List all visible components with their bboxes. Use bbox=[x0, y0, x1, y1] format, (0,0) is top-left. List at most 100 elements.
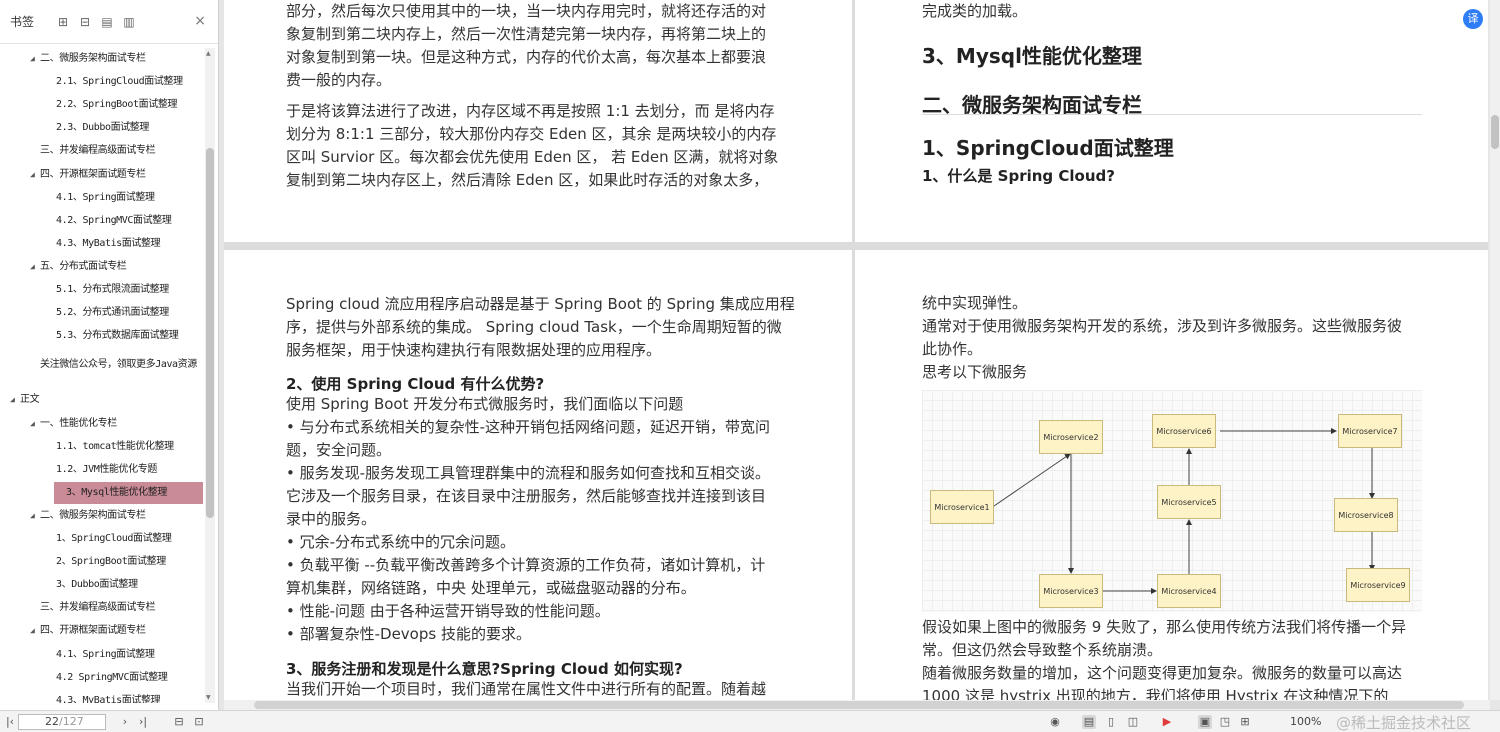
text-line: 划分为 8:1:1 三部分，较大那份内存交 Eden 区，其余 是两块较小的内存 bbox=[286, 125, 777, 143]
bookmark-item[interactable]: 关注微信公众号，领取更多Java资源 bbox=[0, 354, 197, 376]
expand-all-icon[interactable]: ⊞ bbox=[56, 15, 70, 29]
first-page-icon[interactable]: |‹ bbox=[3, 715, 17, 729]
microservice-node: Microservice8 bbox=[1334, 498, 1398, 532]
text-line: 象复制到第二块内存上，然后一次性清楚完第一块内存，再将第二块上的 bbox=[286, 25, 767, 43]
bookmark-item[interactable]: 1.1、tomcat性能优化整理 bbox=[0, 436, 174, 458]
bookmark-item[interactable]: 4.2 SpringMVC面试整理 bbox=[0, 667, 168, 689]
rotate-icon[interactable]: ⊞ bbox=[1238, 715, 1252, 729]
bookmark-item[interactable]: 4.1、Spring面试整理 bbox=[0, 187, 155, 209]
bookmark-item[interactable]: 三、并发编程高级面试专栏 bbox=[0, 140, 156, 162]
page-number-input[interactable]: 22/127 bbox=[18, 714, 106, 730]
sidebar-scroll-thumb[interactable] bbox=[206, 148, 214, 518]
bookmark-label: 1、SpringCloud面试整理 bbox=[56, 533, 172, 544]
add-bookmark-icon[interactable]: ▤ bbox=[100, 15, 114, 29]
text-line: 服务框架，用于快速构建执行有限数据处理的应用程序。 bbox=[286, 341, 662, 359]
horizontal-scroll-thumb[interactable] bbox=[254, 701, 1464, 709]
text-line: 假设如果上图中的微服务 9 失败了，那么使用传统方法我们将传播一个异 bbox=[922, 618, 1407, 636]
expand-toggle-icon[interactable]: ◢ bbox=[30, 256, 40, 278]
bookmark-item[interactable]: 2.2、SpringBoot面试整理 bbox=[0, 94, 177, 116]
page-paragraph: 部分，然后每次只使用其中的一块，当一块内存用完时，就将还存活的对 象复制到第二块… bbox=[286, 0, 766, 92]
bookmark-label: 一、性能优化专栏 bbox=[40, 417, 117, 429]
bookmark-label: 五、分布式面试专栏 bbox=[40, 260, 127, 272]
bookmark-label: 正文 bbox=[20, 394, 40, 406]
collapse-all-icon[interactable]: ⊟ bbox=[78, 15, 92, 29]
expand-toggle-icon[interactable]: ◢ bbox=[30, 413, 40, 435]
bookmark-item[interactable]: ◢ 二、微服务架构面试专栏 bbox=[0, 505, 146, 527]
document-scroll-thumb[interactable] bbox=[1491, 115, 1499, 149]
heading-springcloud: 1、SpringCloud面试整理 bbox=[922, 136, 1174, 160]
next-page-icon[interactable]: › bbox=[118, 715, 132, 729]
bookmark-item[interactable]: 1.2、JVM性能优化专题 bbox=[0, 459, 157, 481]
expand-toggle-icon[interactable]: ◢ bbox=[30, 164, 40, 186]
text-line: 于是将该算法进行了改进，内存区域不再是按照 1:1 去划分，而 是将内存 bbox=[286, 102, 775, 120]
bookmark-label: 2.3、Dubbo面试整理 bbox=[56, 122, 149, 134]
page-bottom-left: Spring cloud 流应用程序启动器是基于 Spring Boot 的 S… bbox=[224, 250, 852, 700]
bookmark-item[interactable]: ◢ 四、开源框架面试题专栏 bbox=[0, 620, 146, 642]
expand-toggle-icon[interactable]: ◢ bbox=[30, 505, 40, 527]
pdf-reader-window: 书签 ⊞ ⊟ ▤ ▥ × ◢ 二、微服务架构面试专栏 2.1、SpringCloud… bbox=[0, 0, 1500, 732]
microservice-diagram: Microservice1 Microservice2 Microservice… bbox=[922, 390, 1422, 612]
bookmark-item[interactable]: ◢ 正文 bbox=[0, 389, 40, 411]
bookmark-item[interactable]: 2.1、SpringCloud面试整理 bbox=[0, 71, 183, 93]
back-icon[interactable]: ⊟ bbox=[172, 715, 186, 729]
question-heading: 2、使用 Spring Cloud 有什么优势? bbox=[286, 375, 545, 393]
document-horizontal-scrollbar[interactable] bbox=[224, 700, 1490, 710]
bookmark-label: 关注微信公众号，领取更多Java资源 bbox=[40, 359, 197, 371]
zoom-level[interactable]: 100% bbox=[1290, 714, 1321, 730]
bookmark-label: 2.2、SpringBoot面试整理 bbox=[56, 99, 178, 111]
fit-width-icon[interactable]: ◳ bbox=[1218, 715, 1232, 729]
bookmark-item[interactable]: 三、并发编程高级面试专栏 bbox=[0, 597, 156, 619]
bookmark-item[interactable]: 4.3、MyBatis面试整理 bbox=[0, 233, 161, 255]
bookmark-label: 2.1、SpringCloud面试整理 bbox=[56, 76, 183, 88]
expand-toggle-icon[interactable]: ◢ bbox=[10, 389, 20, 411]
bookmark-label: 三、并发编程高级面试专栏 bbox=[40, 145, 156, 157]
continuous-page-icon[interactable]: ▤ bbox=[1082, 715, 1096, 729]
bookmark-options-icon[interactable]: ▥ bbox=[122, 15, 136, 29]
bookmark-item[interactable]: 4.3、MyBatis面试整理 bbox=[0, 690, 161, 703]
bookmark-item[interactable]: ◢ 四、开源框架面试题专栏 bbox=[0, 164, 146, 186]
scroll-down-icon[interactable]: ▼ bbox=[206, 694, 211, 701]
text-line: 随着微服务数量的增加，这个问题变得更加复杂。微服务的数量可以高达 bbox=[922, 664, 1403, 682]
bookmark-item[interactable]: 4.1、Spring面试整理 bbox=[0, 644, 155, 666]
current-page: 22 bbox=[45, 715, 59, 728]
bookmark-item[interactable]: ◢ 一、性能优化专栏 bbox=[0, 413, 117, 435]
text-line: 它涉及一个服务目录，在该目录中注册服务，然后能够查找并连接到该目 bbox=[286, 487, 767, 505]
bookmark-item[interactable]: ◢ 二、微服务架构面试专栏 bbox=[0, 48, 146, 70]
last-page-icon[interactable]: ›| bbox=[136, 715, 150, 729]
bookmark-item[interactable]: 5.3、分布式数据库面试整理 bbox=[0, 325, 179, 347]
bookmark-item[interactable]: ◢ 五、分布式面试专栏 bbox=[0, 256, 127, 278]
expand-toggle-icon[interactable]: ◢ bbox=[30, 48, 40, 70]
single-page-icon[interactable]: ▯ bbox=[1104, 715, 1118, 729]
double-page-icon[interactable]: ◫ bbox=[1126, 715, 1140, 729]
text-line: 统中实现弹性。 bbox=[922, 294, 1028, 312]
expand-toggle-icon[interactable]: ◢ bbox=[30, 620, 40, 642]
bookmark-item[interactable]: 2、SpringBoot面试整理 bbox=[0, 551, 166, 573]
document-viewport: 部分，然后每次只使用其中的一块，当一块内存用完时，就将还存活的对 象复制到第二块… bbox=[224, 0, 1488, 700]
bookmark-label: 1.1、tomcat性能优化整理 bbox=[56, 440, 174, 452]
close-icon[interactable]: × bbox=[194, 13, 206, 29]
bookmark-label: 4.1、Spring面试整理 bbox=[56, 648, 155, 660]
bookmark-item[interactable]: 1、SpringCloud面试整理 bbox=[0, 528, 172, 550]
fit-page-icon[interactable]: ▣ bbox=[1198, 715, 1212, 729]
translate-icon[interactable]: 译 bbox=[1463, 9, 1483, 29]
read-mode-icon[interactable]: ◉ bbox=[1048, 715, 1062, 729]
bookmark-label: 4.1、Spring面试整理 bbox=[56, 191, 155, 203]
text-line: • 负载平衡 --负载平衡改善跨多个计算资源的工作负荷，诸如计算机，计 bbox=[286, 556, 766, 574]
bookmark-item[interactable]: 5.1、分布式限流面试整理 bbox=[0, 279, 169, 301]
bookmark-title: 书签 bbox=[10, 15, 35, 29]
document-vertical-scrollbar[interactable] bbox=[1490, 0, 1500, 700]
bookmark-item[interactable]: 3、Dubbo面试整理 bbox=[0, 574, 138, 596]
text-line: • 与分布式系统相关的复杂性-这种开销包括网络问题，延迟开销，带宽问 bbox=[286, 418, 771, 436]
question-heading: 1、什么是 Spring Cloud? bbox=[922, 167, 1115, 185]
text-line: 题，安全问题。 bbox=[286, 441, 392, 459]
sidebar-scrollbar[interactable]: ▲ ▼ bbox=[205, 48, 215, 703]
play-icon[interactable]: ▶ bbox=[1160, 715, 1174, 729]
bookmark-label: 二、微服务架构面试专栏 bbox=[40, 53, 146, 64]
scroll-up-icon[interactable]: ▲ bbox=[206, 50, 211, 57]
forward-icon[interactable]: ⊡ bbox=[192, 715, 206, 729]
bookmark-label: 5.1、分布式限流面试整理 bbox=[56, 284, 169, 295]
bookmark-item[interactable]: 5.2、分布式通讯面试整理 bbox=[0, 302, 169, 324]
bookmark-item[interactable]: 2.3、Dubbo面试整理 bbox=[0, 117, 149, 139]
bookmark-item[interactable]: 3、Mysql性能优化整理 bbox=[54, 481, 203, 504]
bookmark-item[interactable]: 4.2、SpringMVC面试整理 bbox=[0, 210, 172, 232]
